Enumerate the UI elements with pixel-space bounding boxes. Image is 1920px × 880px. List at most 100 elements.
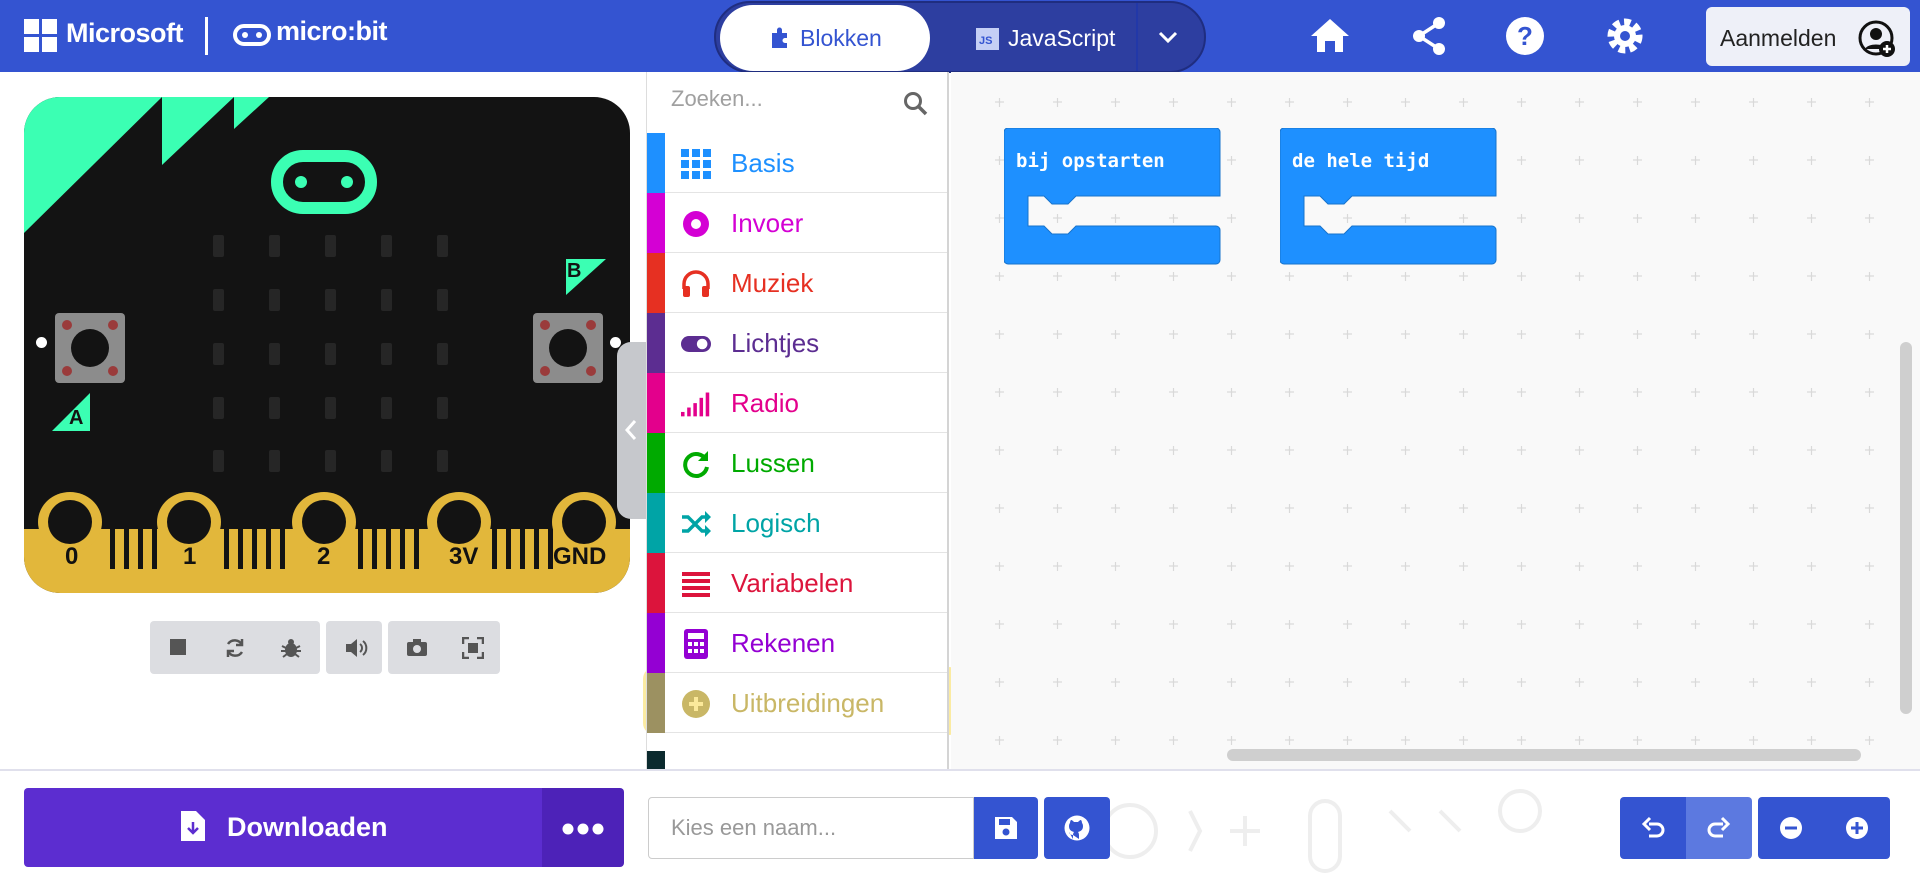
block-forever-label: de hele tijd	[1292, 150, 1430, 172]
toolbox-search-input[interactable]	[671, 84, 901, 114]
category-color-strip	[647, 673, 665, 733]
button-a-label: A	[69, 407, 84, 429]
top-bar: Microsoft micro:bit Blokken JS JavaScrip…	[0, 0, 1920, 73]
toggle-icon	[681, 336, 711, 352]
category-color-strip	[647, 613, 665, 673]
sound-control	[326, 621, 382, 674]
category-basis[interactable]: Basis	[647, 133, 947, 193]
pin-label-1: 1	[183, 543, 197, 570]
category-invoer[interactable]: Invoer	[647, 193, 947, 253]
grid-icon	[681, 149, 711, 179]
project-name-input[interactable]	[648, 797, 974, 859]
category-color-strip	[647, 193, 665, 253]
save-button[interactable]	[974, 797, 1038, 859]
screenshot-icon	[407, 639, 427, 656]
restart-icon	[226, 639, 244, 657]
pin-label-3v: 3V	[449, 543, 479, 570]
tab-javascript-label: JavaScript	[1008, 25, 1116, 51]
editor-mode-switch: Blokken JS JavaScript	[714, 1, 1206, 73]
simulator-controls	[150, 621, 320, 674]
block-on-start-label: bij opstarten	[1016, 150, 1165, 172]
search-icon[interactable]	[903, 91, 929, 117]
microbit-logo-icon	[233, 24, 271, 46]
zoom-out-button[interactable]	[1758, 797, 1824, 859]
screenshot-button[interactable]	[388, 621, 444, 674]
workspace-vertical-scrollbar[interactable]	[1900, 342, 1912, 714]
download-label: Downloaden	[227, 812, 388, 842]
zoom-in-button[interactable]	[1824, 797, 1890, 859]
fullscreen-icon	[462, 637, 484, 659]
debug-button[interactable]	[262, 621, 318, 674]
category-color-strip	[647, 253, 665, 313]
block-on-start[interactable]: bij opstarten	[1003, 127, 1224, 277]
stop-button[interactable]	[150, 621, 206, 674]
loop-icon	[683, 451, 709, 478]
calculator-icon	[684, 629, 708, 659]
undo-icon	[1641, 816, 1665, 838]
tab-blocks-label: Blokken	[800, 25, 882, 51]
board-graphic	[24, 97, 630, 593]
tab-blocks[interactable]: Blokken	[720, 5, 930, 71]
redo-button[interactable]	[1686, 797, 1752, 859]
save-icon	[995, 817, 1017, 839]
zoom-out-icon	[1780, 817, 1802, 839]
github-button[interactable]	[1044, 797, 1110, 859]
category-logisch[interactable]: Logisch	[647, 493, 947, 553]
bottom-bar: Downloaden	[0, 769, 1920, 880]
category-lussen[interactable]: Lussen	[647, 433, 947, 493]
headphones-icon	[682, 270, 710, 297]
category-uitbreidingen[interactable]: Uitbreidingen	[647, 673, 947, 733]
record-icon	[683, 211, 709, 237]
undo-button[interactable]	[1620, 797, 1686, 859]
category-variabelen[interactable]: Variabelen	[647, 553, 947, 613]
home-icon[interactable]	[1308, 14, 1352, 58]
tab-javascript[interactable]: JS JavaScript	[956, 5, 1156, 71]
category-label: Uitbreidingen	[731, 688, 885, 718]
more-options-button[interactable]	[542, 788, 624, 867]
mute-button[interactable]	[326, 621, 382, 674]
category-rekenen[interactable]: Rekenen	[647, 613, 947, 673]
debug-icon	[281, 639, 301, 658]
signin-button[interactable]: Aanmelden	[1706, 7, 1910, 66]
category-label: Rekenen	[731, 628, 836, 658]
chevron-down-icon[interactable]	[1156, 27, 1180, 47]
puzzle-icon	[772, 27, 787, 48]
settings-icon[interactable]	[1603, 14, 1647, 58]
download-file-icon	[181, 811, 205, 841]
signin-label: Aanmelden	[1720, 25, 1837, 51]
category-color-strip	[647, 493, 665, 553]
category-label: Basis	[731, 148, 795, 178]
workspace-horizontal-scrollbar[interactable]	[1227, 749, 1861, 761]
category-label: Radio	[731, 388, 799, 418]
category-lichtjes[interactable]: Lichtjes	[647, 313, 947, 373]
redo-icon	[1707, 816, 1731, 838]
mute-icon	[346, 639, 368, 657]
category-muziek[interactable]: Muziek	[647, 253, 947, 313]
github-icon	[1064, 815, 1090, 841]
microbit-board[interactable]: 0 1 2 3V GND A B	[24, 97, 630, 593]
category-color-strip	[647, 751, 665, 769]
more-dots-icon	[562, 823, 604, 835]
signal-icon	[681, 392, 710, 417]
simulator-panel: 0 1 2 3V GND A B	[0, 72, 646, 769]
block-forever[interactable]: de hele tijd	[1279, 127, 1500, 277]
category-radio[interactable]: Radio	[647, 373, 947, 433]
category-label: Lussen	[731, 448, 815, 478]
plus-circle-icon	[682, 690, 710, 718]
download-button[interactable]: Downloaden	[24, 788, 542, 867]
blocks-workspace[interactable]: bij opstarten de hele tijd	[951, 72, 1920, 769]
list-icon	[682, 572, 710, 597]
toolbox-panel: Basis Invoer Muziek Lichtjes Radio Lusse…	[646, 72, 949, 769]
pin-label-2: 2	[317, 543, 331, 570]
share-icon[interactable]	[1408, 14, 1452, 58]
brand-divider	[205, 17, 208, 55]
restart-button[interactable]	[206, 621, 262, 674]
category-color-strip	[647, 373, 665, 433]
category-color-strip	[647, 433, 665, 493]
button-b-label: B	[567, 260, 582, 282]
background-decoration	[1102, 789, 1542, 873]
fullscreen-button[interactable]	[444, 621, 500, 674]
collapse-simulator-tab[interactable]	[617, 342, 646, 519]
help-icon[interactable]: ?	[1503, 14, 1547, 58]
category-color-strip	[647, 133, 665, 193]
